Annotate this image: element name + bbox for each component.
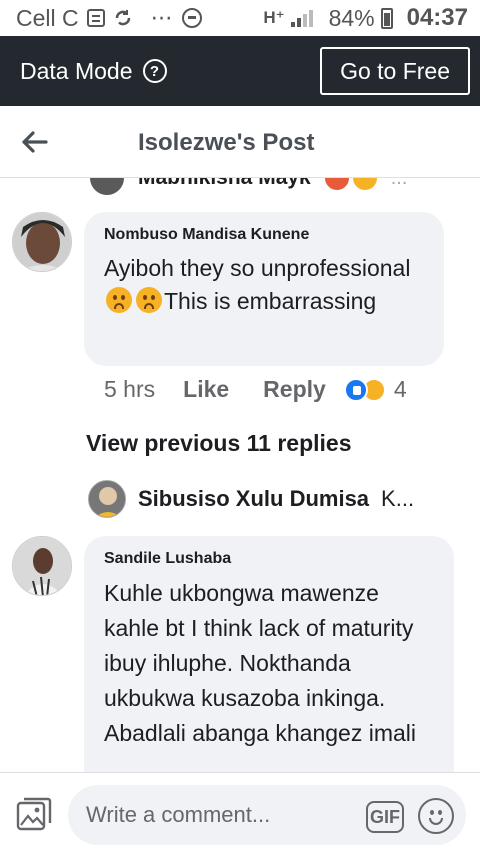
comments-feed[interactable]: Mabhikisha Mayk ... Nombuso Mandisa Kune… [0,178,480,772]
comment-actions: 5 hrs Like Reply 4 [104,376,407,403]
avatar [88,480,126,518]
haha-reaction-icon [352,178,377,190]
commenter-name[interactable]: Mabhikisha Mayk [138,178,311,190]
clock: 04:37 [406,4,468,31]
reply-author[interactable]: Sibusiso Xulu Dumisa [138,486,369,512]
reply-preview[interactable]: Sibusiso Xulu Dumisa K... [88,480,468,518]
battery-icon [380,7,393,29]
photo-icon[interactable] [16,797,52,831]
network-type: H⁺ [263,8,285,27]
comment-bubble[interactable]: Sandile Lushaba Kuhle ukbongwa mawenze k… [84,536,454,772]
like-reaction-icon [343,377,368,402]
partial-comment-row: Mabhikisha Mayk ... [90,178,408,195]
post-header: Isolezwe's Post [0,106,480,178]
comment-timestamp: 5 hrs [104,376,156,402]
gif-icon[interactable]: GIF [366,801,404,833]
help-icon[interactable]: ? [142,59,167,83]
data-mode-toggle[interactable]: Data Mode ? [20,58,167,85]
data-mode-bar: Data Mode ? Go to Free [0,36,480,106]
comment-author[interactable]: Nombuso Mandisa Kunene [104,226,424,244]
battery-percentage: 84% [328,4,375,31]
frowning-face-icon [106,287,132,313]
comment-text: Ayiboh they so unprofessional This is em… [104,255,411,314]
frowning-face-icon [136,287,162,313]
page-title: Isolezwe's Post [138,129,315,156]
comment-text: Kuhle ukbongwa mawenze kahle bt I think … [104,580,416,746]
data-mode-label: Data Mode [20,57,133,84]
comment-input[interactable]: Write a comment... [68,785,466,845]
sync-icon [113,8,133,28]
comment-composer: Write a comment... GIF [0,772,480,854]
reaction-summary[interactable] [343,377,386,402]
avatar[interactable] [12,536,72,596]
reaction-count[interactable]: 4 [394,376,407,403]
carrier-name: Cell C [16,4,79,31]
more-notifications-icon: ⋯ [150,5,174,30]
message-icon [86,9,105,27]
emoji-icon[interactable] [418,798,454,834]
view-previous-replies-link[interactable]: View previous 11 replies [86,430,352,457]
comment-author[interactable]: Sandile Lushaba [104,550,434,568]
do-not-disturb-icon [181,8,202,28]
avatar[interactable] [90,178,124,195]
angry-reaction-icon [324,178,349,190]
signal-icon [290,9,313,27]
reply-snippet: K... [381,486,415,511]
more-icon: ... [391,178,408,190]
like-button[interactable]: Like [183,376,229,403]
status-bar: Cell C ⋯ H⁺ 84% 04:37 [0,0,480,36]
comment-input-placeholder: Write a comment... [86,802,271,827]
back-arrow-icon[interactable] [20,128,48,156]
avatar[interactable] [12,212,72,272]
go-to-free-button[interactable]: Go to Free [320,47,470,95]
comment-bubble[interactable]: Nombuso Mandisa Kunene Ayiboh they so un… [84,212,444,366]
reply-button[interactable]: Reply [263,376,326,403]
